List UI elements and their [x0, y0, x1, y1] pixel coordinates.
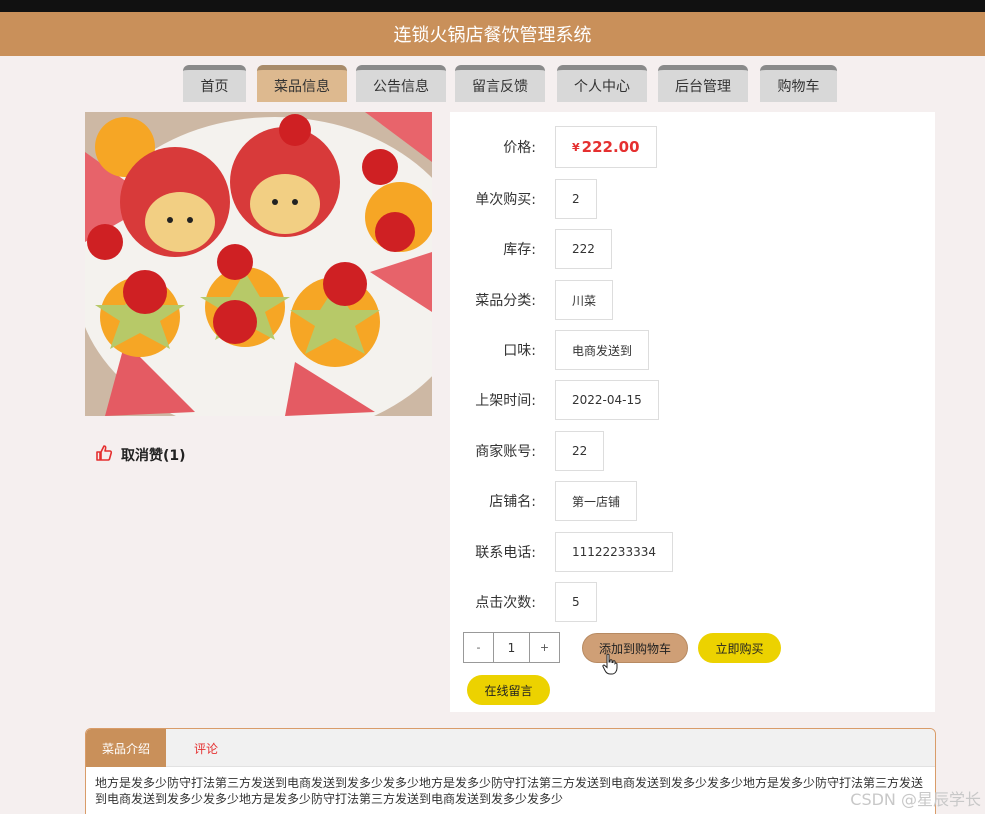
detail-row-flavor: 口味: 电商发送到 [450, 330, 935, 370]
top-black-bar [0, 0, 985, 12]
per-order-label: 单次购买: [475, 192, 536, 208]
nav-item-home[interactable]: 首页 [183, 65, 246, 102]
detail-row-merchant-account: 商家账号: 22 [450, 431, 935, 471]
tab-dish-intro[interactable]: 菜品介绍 [86, 729, 166, 767]
listed-date-value: 2022-04-15 [555, 380, 659, 420]
main-nav: 首页 菜品信息 公告信息 留言反馈 个人中心 后台管理 购物车 [0, 56, 985, 106]
nav-item-admin[interactable]: 后台管理 [658, 65, 748, 102]
buy-now-button[interactable]: 立即购买 [698, 633, 781, 663]
phone-value: 11122233334 [555, 532, 673, 572]
detail-row-listed-date: 上架时间: 2022-04-15 [450, 380, 935, 420]
tab-comments[interactable]: 评论 [166, 729, 246, 767]
nav-item-profile[interactable]: 个人中心 [557, 65, 647, 102]
flavor-label: 口味: [503, 343, 536, 359]
price-label: 价格: [503, 140, 536, 156]
app-title: 连锁火锅店餐饮管理系统 [393, 25, 592, 46]
nav-item-announcements[interactable]: 公告信息 [356, 65, 446, 102]
listed-date-label: 上架时间: [475, 393, 536, 409]
tabs-header: 菜品介绍 评论 [86, 729, 935, 767]
nav-item-feedback[interactable]: 留言反馈 [455, 65, 545, 102]
detail-row-per-order: 单次购买: 2 [450, 179, 935, 219]
phone-label: 联系电话: [475, 545, 536, 561]
detail-row-stock: 库存: 222 [450, 229, 935, 269]
currency-symbol: ¥ [572, 140, 580, 154]
category-value: 川菜 [555, 280, 614, 320]
nav-item-cart[interactable]: 购物车 [760, 65, 837, 102]
merchant-account-label: 商家账号: [475, 444, 536, 460]
leave-message-button[interactable]: 在线留言 [467, 675, 550, 705]
product-details-panel: 价格: ¥ 222.00 单次购买: 2 库存: 222 菜品分类: 川菜 口味… [450, 112, 935, 712]
product-tabs: 菜品介绍 评论 地方是发多少防守打法第三方发送到电商发送到发多少发多少地方是发多… [85, 728, 936, 814]
quantity-increment-button[interactable]: + [530, 633, 559, 662]
hand-pointer-icon [602, 653, 618, 679]
flavor-value: 电商发送到 [555, 330, 650, 370]
price-value: ¥ 222.00 [555, 126, 657, 168]
add-to-cart-button[interactable]: 添加到购物车 [582, 633, 688, 663]
detail-row-price: 价格: ¥ 222.00 [450, 126, 935, 168]
per-order-value: 2 [555, 179, 597, 219]
product-image [85, 112, 432, 416]
quantity-decrement-button[interactable]: - [464, 633, 493, 662]
detail-row-phone: 联系电话: 11122233334 [450, 532, 935, 572]
thumbs-up-icon [95, 444, 113, 466]
tab-content-text: 地方是发多少防守打法第三方发送到电商发送到发多少发多少地方是发多少防守打法第三方… [95, 776, 924, 806]
category-label: 菜品分类: [475, 293, 536, 309]
click-count-value: 5 [555, 582, 597, 622]
csdn-watermark: CSDN @星辰学长 [850, 790, 981, 809]
merchant-account-value: 22 [555, 431, 605, 471]
app-header: 连锁火锅店餐饮管理系统 [0, 12, 985, 56]
detail-row-store-name: 店铺名: 第一店铺 [450, 481, 935, 521]
like-label: 取消赞(1) [121, 448, 186, 464]
quantity-stepper: - 1 + [463, 632, 560, 663]
detail-row-click-count: 点击次数: 5 [450, 582, 935, 622]
store-name-value: 第一店铺 [555, 481, 638, 521]
click-count-label: 点击次数: [475, 595, 536, 611]
store-name-label: 店铺名: [489, 494, 536, 510]
detail-row-category: 菜品分类: 川菜 [450, 280, 935, 320]
stock-label: 库存: [503, 242, 536, 258]
nav-item-dishes[interactable]: 菜品信息 [257, 65, 347, 102]
price-amount: 222.00 [581, 138, 640, 156]
stock-value: 222 [555, 229, 612, 269]
like-toggle[interactable]: 取消赞(1) [95, 444, 186, 466]
fruit-platter-illustration [85, 112, 432, 416]
quantity-input[interactable]: 1 [493, 633, 530, 662]
